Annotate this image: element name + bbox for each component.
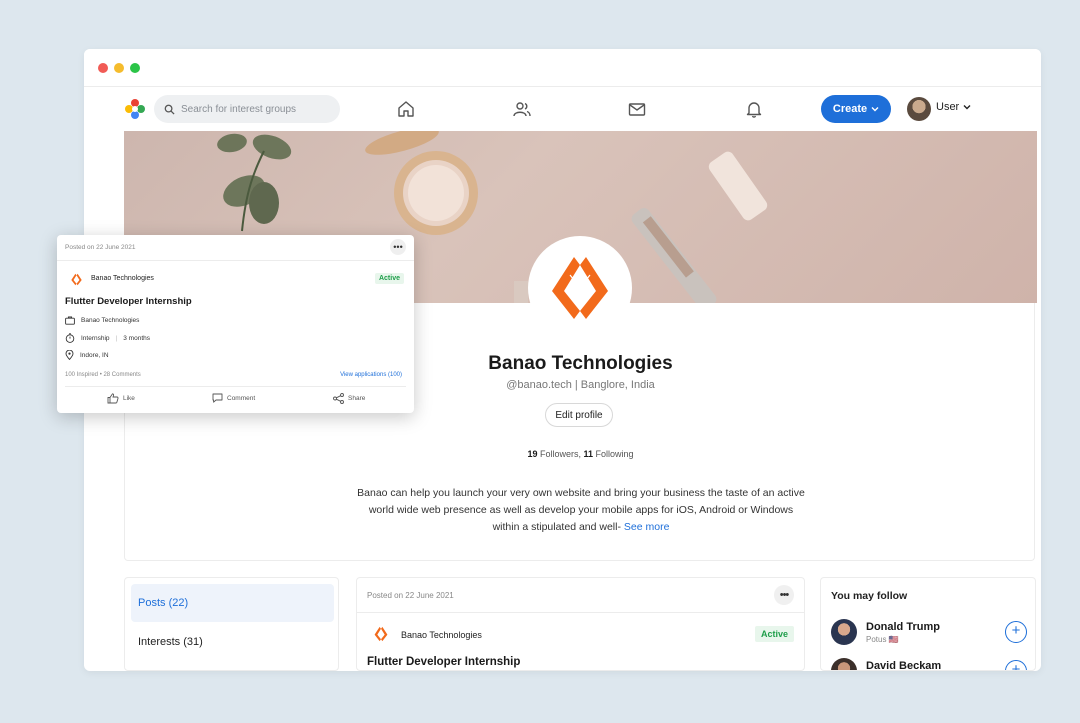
window-titlebar	[84, 49, 1041, 87]
follow-add-button[interactable]: +	[1005, 660, 1027, 670]
suggestion-item: Donald Trump Potus 🇺🇸 +	[831, 619, 1027, 649]
profile-logo	[528, 236, 632, 340]
suggestion-name[interactable]: Donald Trump	[866, 621, 940, 633]
post-org-row: Banao Technologies	[65, 316, 139, 325]
profile-sidebar-nav: Posts (22) Interests (31)	[124, 577, 339, 671]
post-stats[interactable]: 100 Inspired • 28 Comments	[65, 372, 141, 378]
follow-stats: 19 Followers, 11 Following	[125, 449, 1036, 459]
post-duration: 3 months	[123, 334, 150, 342]
status-badge: Active	[374, 273, 404, 284]
post-date: Posted on 22 June 2021	[367, 591, 454, 600]
post-card: Posted on 22 June 2021 ••• Banao Technol…	[356, 577, 805, 671]
post-company[interactable]: Banao Technologies	[401, 630, 482, 640]
bio-text: Banao can help you launch your very own …	[357, 487, 805, 533]
post-type-row: Internship | 3 months	[65, 333, 150, 343]
post-date: Posted on 22 June 2021	[65, 244, 136, 251]
app-logo-icon[interactable]	[124, 98, 146, 120]
share-icon	[333, 393, 344, 404]
location-pin-icon	[65, 350, 74, 360]
following-label[interactable]: Following	[596, 449, 634, 459]
user-label: User	[936, 101, 960, 113]
user-menu[interactable]: User	[936, 101, 971, 113]
suggestion-subtitle: Potus 🇺🇸	[866, 635, 899, 644]
search-placeholder: Search for interest groups	[181, 103, 297, 115]
divider	[357, 612, 804, 613]
create-label: Create	[832, 103, 868, 115]
search-icon	[164, 104, 175, 115]
thumbs-up-icon	[107, 393, 119, 404]
post-title[interactable]: Flutter Developer Internship	[65, 296, 192, 307]
avatar[interactable]	[831, 619, 857, 645]
see-more-link[interactable]: See more	[624, 521, 670, 533]
post-location-row: Indore, IN	[65, 350, 109, 360]
comment-icon	[212, 393, 223, 403]
more-options-icon[interactable]: •••	[774, 585, 794, 605]
search-input[interactable]: Search for interest groups	[154, 95, 340, 123]
share-button[interactable]: Share	[333, 393, 365, 404]
mail-icon[interactable]	[627, 99, 647, 119]
like-label: Like	[123, 395, 135, 402]
maximize-window-button[interactable]	[130, 63, 140, 73]
close-window-button[interactable]	[98, 63, 108, 73]
follow-add-button[interactable]: +	[1005, 621, 1027, 643]
status-badge: Active	[754, 626, 794, 642]
like-button[interactable]: Like	[107, 393, 135, 404]
divider	[65, 386, 406, 387]
minimize-window-button[interactable]	[114, 63, 124, 73]
suggestion-item: David Beckam +	[831, 658, 1027, 670]
comment-button[interactable]: Comment	[212, 393, 255, 403]
followers-label[interactable]: Followers,	[540, 449, 581, 459]
top-navbar: Search for interest groups Create User	[84, 87, 1041, 131]
divider	[57, 260, 414, 261]
people-icon[interactable]	[512, 99, 532, 119]
view-applications-link[interactable]: View applications (100)	[340, 372, 402, 378]
post-location: Indore, IN	[80, 351, 109, 359]
company-logo-icon	[374, 626, 388, 642]
banao-logo-icon	[552, 257, 608, 319]
post-title[interactable]: Flutter Developer Internship	[367, 656, 520, 668]
chevron-down-icon	[963, 105, 971, 110]
edit-profile-button[interactable]: Edit profile	[545, 403, 613, 427]
sidebar-item-posts[interactable]: Posts (22)	[131, 584, 334, 622]
bell-icon[interactable]	[744, 99, 764, 119]
sidebar-item-interests[interactable]: Interests (31)	[131, 623, 334, 661]
post-org: Banao Technologies	[81, 317, 140, 324]
chevron-down-icon	[871, 107, 879, 112]
share-label: Share	[348, 395, 366, 402]
followers-count[interactable]: 19	[527, 449, 537, 459]
suggestions-panel: You may follow Donald Trump Potus 🇺🇸 + D…	[820, 577, 1036, 671]
home-icon[interactable]	[396, 99, 416, 119]
post-company[interactable]: Banao Technologies	[91, 275, 154, 282]
suggestion-name[interactable]: David Beckam	[866, 660, 941, 670]
floating-post-card: Posted on 22 June 2021 ••• Banao Technol…	[57, 235, 414, 413]
more-options-icon[interactable]: •••	[390, 239, 406, 255]
following-count[interactable]: 11	[584, 449, 594, 459]
separator: |	[115, 334, 118, 342]
avatar[interactable]	[831, 658, 857, 670]
stopwatch-icon	[65, 333, 75, 343]
create-button[interactable]: Create	[821, 95, 891, 123]
suggestions-heading: You may follow	[831, 590, 908, 602]
profile-bio: Banao can help you launch your very own …	[355, 485, 807, 536]
company-logo-icon	[71, 273, 82, 286]
briefcase-icon	[65, 316, 75, 325]
post-type: Internship	[81, 334, 110, 342]
comment-label: Comment	[227, 394, 256, 402]
user-avatar[interactable]	[907, 97, 931, 121]
